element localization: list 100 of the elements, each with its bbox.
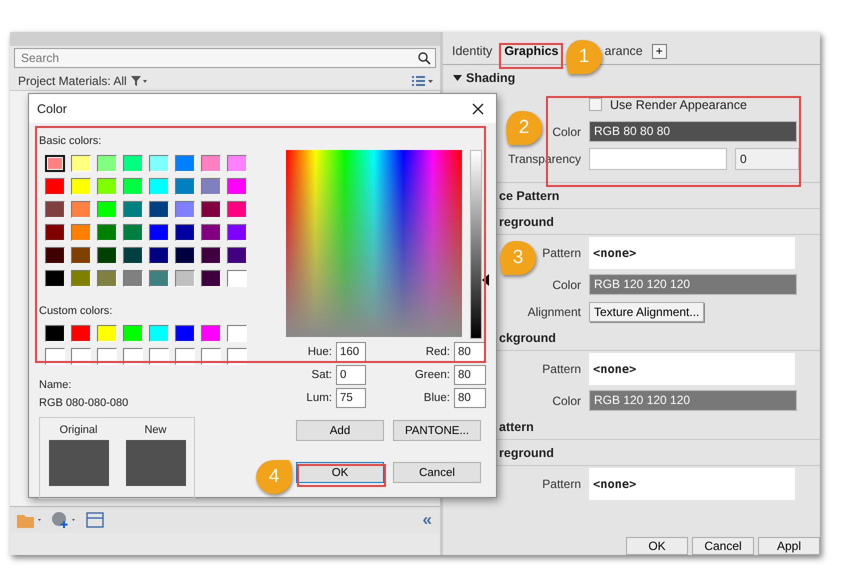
color-swatch[interactable] [123,178,143,195]
field-label: Color [552,278,581,292]
color-swatch[interactable] [201,224,221,241]
tab[interactable]: Identity [449,42,496,60]
close-icon[interactable] [472,102,484,114]
color-swatch[interactable] [175,201,195,218]
value-field[interactable]: 160 [336,342,366,362]
dialog-button[interactable]: Appl [758,537,820,555]
field-label: Red: [424,346,450,358]
pattern-field[interactable]: <none> [589,353,795,385]
color-swatch[interactable] [123,155,143,172]
luminance-pointer[interactable] [482,274,489,286]
original-swatch [48,440,108,486]
value-field[interactable]: 80 [454,388,486,408]
color-swatch[interactable] [45,155,65,172]
color-swatch[interactable] [45,178,65,195]
field-label: Color [552,124,581,138]
materials-header: Project Materials: All [18,74,127,88]
color-field[interactable]: RGB 80 80 80 [589,121,797,142]
color-swatch[interactable] [97,178,117,195]
color-swatch[interactable] [71,224,91,241]
color-swatch[interactable] [45,325,65,342]
color-swatch[interactable] [97,247,117,264]
color-swatch[interactable] [45,224,65,241]
panel-icon[interactable] [86,512,104,528]
color-swatch[interactable] [149,325,169,342]
color-swatch[interactable] [97,155,117,172]
color-swatch[interactable] [149,201,169,218]
color-swatch[interactable] [201,201,221,218]
color-swatch[interactable] [71,178,91,195]
color-swatch[interactable] [71,201,91,218]
color-swatch[interactable] [175,325,195,342]
value-field[interactable]: 75 [336,388,366,408]
pantone-button[interactable]: PANTONE... [393,420,481,441]
tab[interactable]: arance [602,42,646,60]
color-swatch[interactable] [149,178,169,195]
color-swatch[interactable] [175,178,195,195]
color-swatch[interactable] [149,270,169,287]
transparency-field[interactable] [589,148,727,170]
color-swatch[interactable] [123,201,143,218]
color-swatch[interactable] [227,224,247,241]
color-swatch[interactable] [201,155,221,172]
color-swatch[interactable] [71,247,91,264]
color-swatch[interactable] [97,325,117,342]
color-field[interactable]: RGB 120 120 120 [589,390,797,411]
color-swatch[interactable] [45,201,65,218]
add-button[interactable]: Add [296,420,384,441]
transparency-field[interactable]: 0 [735,148,799,170]
pattern-field[interactable]: <none> [589,237,795,269]
filter-icon[interactable] [130,75,147,87]
color-swatch[interactable] [175,155,195,172]
color-swatch[interactable] [71,325,91,342]
dialog-button[interactable]: Cancel [692,537,754,555]
color-swatch[interactable] [175,270,195,287]
color-swatch[interactable] [123,224,143,241]
color-field[interactable]: RGB 120 120 120 [589,274,797,295]
color-swatch[interactable] [97,270,117,287]
color-swatch[interactable] [227,201,247,218]
tab[interactable]: Graphics [501,42,562,60]
dialog-button[interactable]: OK [626,537,688,555]
color-swatch[interactable] [201,270,221,287]
color-swatch[interactable] [175,247,195,264]
color-swatch[interactable] [227,155,247,172]
color-swatch[interactable] [227,178,247,195]
color-swatch[interactable] [175,224,195,241]
color-swatch[interactable] [123,325,143,342]
value-field[interactable]: 0 [336,365,366,385]
sphere-add-icon[interactable] [50,511,78,529]
color-swatch[interactable] [201,247,221,264]
cancel-button[interactable]: Cancel [393,462,481,483]
field-label: Pattern [542,362,581,376]
color-swatch[interactable] [97,201,117,218]
field-label: Pattern [542,246,581,260]
color-swatch[interactable] [71,270,91,287]
color-swatch[interactable] [227,247,247,264]
add-tab-button[interactable]: + [652,44,667,58]
search-field[interactable]: Search [14,48,436,68]
collapse-button[interactable]: « [420,510,434,530]
color-spectrum[interactable] [286,150,462,337]
pattern-field[interactable]: <none> [589,468,795,500]
checkbox[interactable] [589,98,602,111]
color-swatch[interactable] [45,270,65,287]
color-swatch[interactable] [123,270,143,287]
color-swatch[interactable] [149,155,169,172]
field-label: Alignment [528,304,581,318]
color-swatch[interactable] [123,247,143,264]
color-swatch[interactable] [71,155,91,172]
color-swatch[interactable] [227,325,247,342]
field-label: Color [552,394,581,408]
list-view-icon[interactable] [412,75,434,87]
texture-alignment-button[interactable]: Texture Alignment... [589,302,704,322]
color-swatch[interactable] [149,224,169,241]
color-swatch[interactable] [201,325,221,342]
color-swatch[interactable] [45,247,65,264]
value-field[interactable]: 80 [454,365,486,385]
color-swatch[interactable] [227,270,247,287]
color-swatch[interactable] [149,247,169,264]
expand-arrow-icon[interactable] [453,74,462,82]
color-swatch[interactable] [201,178,221,195]
color-swatch[interactable] [97,224,117,241]
